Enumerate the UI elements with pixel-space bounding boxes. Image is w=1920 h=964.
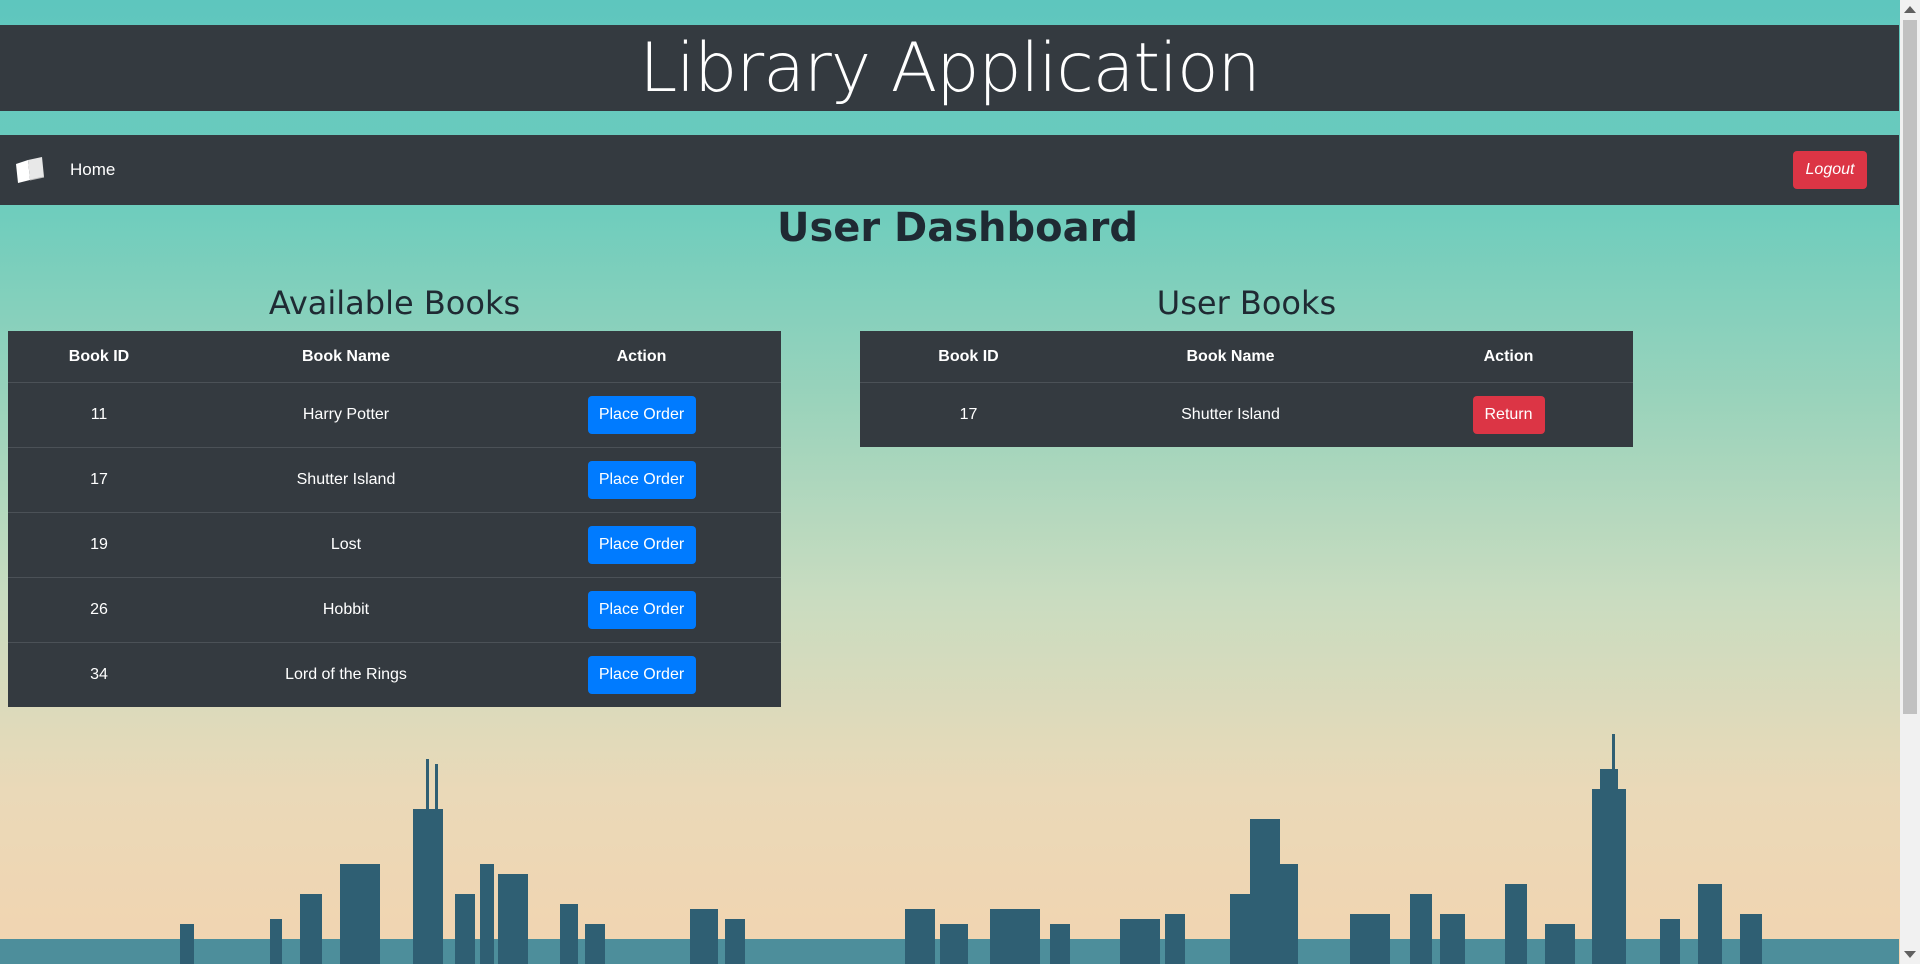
book-name-cell: Shutter Island	[1077, 382, 1384, 447]
place-order-button[interactable]: Place Order	[587, 526, 696, 564]
column-header-book-name: Book Name	[190, 331, 502, 383]
column-header-book-name: Book Name	[1077, 331, 1384, 383]
table-row: 26 Hobbit Place Order	[8, 577, 781, 643]
table-row: 17 Shutter Island Return	[860, 382, 1633, 447]
available-books-panel: Book ID Book Name Action 11 Harry Potter…	[8, 331, 781, 707]
book-name-cell: Hobbit	[190, 577, 502, 643]
action-cell: Place Order	[502, 577, 781, 643]
user-books-title: User Books	[1156, 284, 1337, 322]
city-skyline-background	[0, 734, 1899, 964]
app-title-bar: Library Application	[0, 25, 1899, 111]
place-order-button[interactable]: Place Order	[587, 656, 696, 694]
logout-button[interactable]: Logout	[1793, 151, 1867, 189]
table-row: 34 Lord of the Rings Place Order	[8, 642, 781, 707]
book-name-cell: Lost	[190, 512, 502, 578]
book-name-cell: Lord of the Rings	[190, 642, 502, 707]
scroll-down-arrow-icon[interactable]	[1904, 951, 1916, 958]
place-order-button[interactable]: Place Order	[587, 591, 696, 629]
table-row: 11 Harry Potter Place Order	[8, 382, 781, 448]
book-id-cell: 11	[8, 382, 190, 448]
page-scrollbar[interactable]	[1900, 0, 1920, 964]
book-id-cell: 19	[8, 512, 190, 578]
place-order-button[interactable]: Place Order	[587, 461, 696, 499]
book-id-cell: 17	[8, 447, 190, 513]
available-books-title: Available Books	[268, 284, 521, 322]
book-id-cell: 26	[8, 577, 190, 643]
book-name-cell: Harry Potter	[190, 382, 502, 448]
table-header-row: Book ID Book Name Action	[860, 331, 1633, 383]
table-row: 17 Shutter Island Place Order	[8, 447, 781, 513]
app-title: Library Application	[639, 28, 1260, 108]
column-header-book-id: Book ID	[860, 331, 1077, 383]
user-books-panel: Book ID Book Name Action 17 Shutter Isla…	[860, 331, 1633, 447]
book-name-cell: Shutter Island	[190, 447, 502, 513]
column-header-book-id: Book ID	[8, 331, 190, 383]
action-cell: Place Order	[502, 512, 781, 578]
scrollbar-thumb[interactable]	[1903, 20, 1917, 714]
action-cell: Place Order	[502, 382, 781, 448]
return-button[interactable]: Return	[1472, 396, 1545, 434]
column-header-action: Action	[1384, 331, 1633, 383]
scroll-up-arrow-icon[interactable]	[1904, 6, 1916, 13]
column-header-action: Action	[502, 331, 781, 383]
page-heading: User Dashboard	[776, 205, 1138, 251]
book-id-cell: 34	[8, 642, 190, 707]
book-id-cell: 17	[860, 382, 1077, 447]
open-book-icon[interactable]	[14, 155, 46, 185]
user-books-table: Book ID Book Name Action 17 Shutter Isla…	[860, 331, 1633, 447]
action-cell: Return	[1384, 382, 1633, 447]
action-cell: Place Order	[502, 642, 781, 707]
place-order-button[interactable]: Place Order	[587, 396, 696, 434]
table-row: 19 Lost Place Order	[8, 512, 781, 578]
available-books-table: Book ID Book Name Action 11 Harry Potter…	[8, 331, 781, 707]
navbar: Home Logout	[0, 135, 1899, 205]
action-cell: Place Order	[502, 447, 781, 513]
table-header-row: Book ID Book Name Action	[8, 331, 781, 383]
nav-home-link[interactable]: Home	[70, 160, 115, 180]
